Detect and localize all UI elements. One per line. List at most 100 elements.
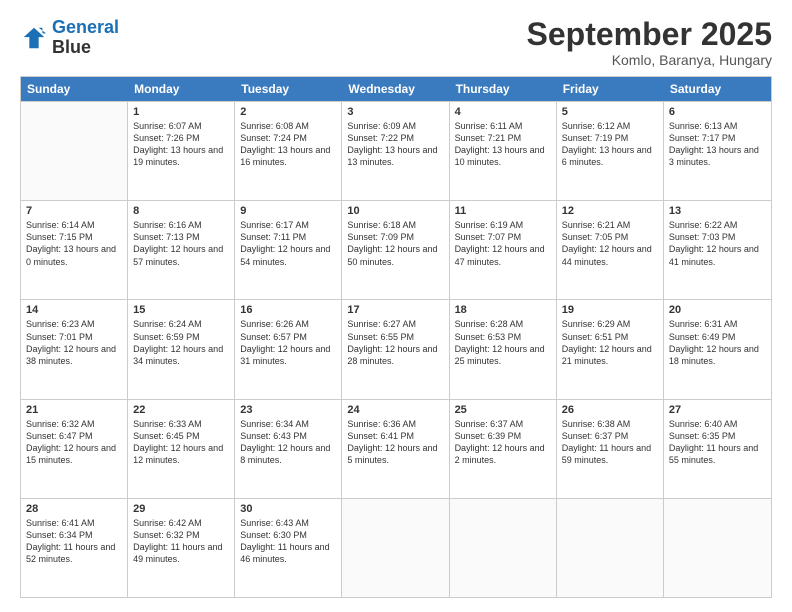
cell-info: Sunrise: 6:23 AMSunset: 7:01 PMDaylight:… [26,318,122,367]
cal-cell-3-3: 24 Sunrise: 6:36 AMSunset: 6:41 PMDayligh… [342,400,449,498]
cal-cell-4-5 [557,499,664,597]
cell-info: Sunrise: 6:21 AMSunset: 7:05 PMDaylight:… [562,219,658,268]
day-number: 11 [455,205,551,217]
cell-info: Sunrise: 6:22 AMSunset: 7:03 PMDaylight:… [669,219,766,268]
cal-cell-2-2: 16 Sunrise: 6:26 AMSunset: 6:57 PMDayligh… [235,300,342,398]
day-number: 24 [347,404,443,416]
day-number: 22 [133,404,229,416]
day-number: 27 [669,404,766,416]
cal-cell-4-0: 28Sunrise: 6:41 AMSunset: 6:34 PMDayligh… [21,499,128,597]
cal-cell-3-0: 21 Sunrise: 6:32 AMSunset: 6:47 PMDayligh… [21,400,128,498]
day-number: 13 [669,205,766,217]
cal-cell-3-6: 27Sunrise: 6:40 AMSunset: 6:35 PMDayligh… [664,400,771,498]
cell-info: Sunrise: 6:42 AMSunset: 6:32 PMDaylight:… [133,517,229,566]
day-number: 5 [562,106,658,118]
cal-cell-1-1: 8 Sunrise: 6:16 AMSunset: 7:13 PMDaylight… [128,201,235,299]
day-number: 19 [562,304,658,316]
day-number: 8 [133,205,229,217]
day-number: 16 [240,304,336,316]
calendar: Sunday Monday Tuesday Wednesday Thursday… [20,76,772,598]
day-number: 14 [26,304,122,316]
cell-info: Sunrise: 6:28 AMSunset: 6:53 PMDaylight:… [455,318,551,367]
cell-info: Sunrise: 6:33 AMSunset: 6:45 PMDaylight:… [133,418,229,467]
cell-info: Sunrise: 6:14 AMSunset: 7:15 PMDaylight:… [26,219,122,268]
cal-cell-1-0: 7 Sunrise: 6:14 AMSunset: 7:15 PMDaylight… [21,201,128,299]
day-number: 6 [669,106,766,118]
cell-info: Sunrise: 6:08 AMSunset: 7:24 PMDaylight:… [240,120,336,169]
cal-cell-3-4: 25 Sunrise: 6:37 AMSunset: 6:39 PMDayligh… [450,400,557,498]
cal-cell-0-4: 4Sunrise: 6:11 AMSunset: 7:21 PMDaylight… [450,102,557,200]
cal-cell-0-0 [21,102,128,200]
cell-info: Sunrise: 6:43 AMSunset: 6:30 PMDaylight:… [240,517,336,566]
cal-cell-2-0: 14 Sunrise: 6:23 AMSunset: 7:01 PMDayligh… [21,300,128,398]
cell-info: Sunrise: 6:36 AMSunset: 6:41 PMDaylight:… [347,418,443,467]
day-number: 29 [133,503,229,515]
cell-info: Sunrise: 6:34 AMSunset: 6:43 PMDaylight:… [240,418,336,467]
cell-info: Sunrise: 6:12 AMSunset: 7:19 PMDaylight:… [562,120,658,169]
cal-cell-3-2: 23 Sunrise: 6:34 AMSunset: 6:43 PMDayligh… [235,400,342,498]
cell-info: Sunrise: 6:19 AMSunset: 7:07 PMDaylight:… [455,219,551,268]
cal-cell-0-2: 2 Sunrise: 6:08 AMSunset: 7:24 PMDaylight… [235,102,342,200]
day-number: 7 [26,205,122,217]
header-tuesday: Tuesday [235,77,342,101]
cal-cell-4-2: 30Sunrise: 6:43 AMSunset: 6:30 PMDayligh… [235,499,342,597]
cal-cell-1-6: 13 Sunrise: 6:22 AMSunset: 7:03 PMDayligh… [664,201,771,299]
day-number: 21 [26,404,122,416]
cal-cell-4-6 [664,499,771,597]
cal-cell-4-4 [450,499,557,597]
day-number: 18 [455,304,551,316]
calendar-body: 1 Sunrise: 6:07 AMSunset: 7:26 PMDaylight… [21,101,771,597]
cell-info: Sunrise: 6:26 AMSunset: 6:57 PMDaylight:… [240,318,336,367]
day-number: 23 [240,404,336,416]
cell-info: Sunrise: 6:29 AMSunset: 6:51 PMDaylight:… [562,318,658,367]
week-row-5: 28Sunrise: 6:41 AMSunset: 6:34 PMDayligh… [21,498,771,597]
day-number: 12 [562,205,658,217]
week-row-4: 21 Sunrise: 6:32 AMSunset: 6:47 PMDayligh… [21,399,771,498]
cell-info: Sunrise: 6:24 AMSunset: 6:59 PMDaylight:… [133,318,229,367]
day-number: 15 [133,304,229,316]
day-number: 9 [240,205,336,217]
cell-info: Sunrise: 6:09 AMSunset: 7:22 PMDaylight:… [347,120,443,169]
day-number: 2 [240,106,336,118]
cell-info: Sunrise: 6:27 AMSunset: 6:55 PMDaylight:… [347,318,443,367]
logo-text: General Blue [52,18,119,58]
header-friday: Friday [557,77,664,101]
day-number: 3 [347,106,443,118]
cell-info: Sunrise: 6:37 AMSunset: 6:39 PMDaylight:… [455,418,551,467]
cell-info: Sunrise: 6:32 AMSunset: 6:47 PMDaylight:… [26,418,122,467]
cell-info: Sunrise: 6:18 AMSunset: 7:09 PMDaylight:… [347,219,443,268]
header-saturday: Saturday [664,77,771,101]
cal-cell-2-3: 17 Sunrise: 6:27 AMSunset: 6:55 PMDayligh… [342,300,449,398]
day-number: 17 [347,304,443,316]
day-number: 25 [455,404,551,416]
page: General Blue September 2025 Komlo, Baran… [0,0,792,612]
cal-cell-1-4: 11 Sunrise: 6:19 AMSunset: 7:07 PMDayligh… [450,201,557,299]
header-wednesday: Wednesday [342,77,449,101]
cell-info: Sunrise: 6:07 AMSunset: 7:26 PMDaylight:… [133,120,229,169]
day-number: 20 [669,304,766,316]
header: General Blue September 2025 Komlo, Baran… [20,18,772,68]
day-number: 10 [347,205,443,217]
cell-info: Sunrise: 6:16 AMSunset: 7:13 PMDaylight:… [133,219,229,268]
cell-info: Sunrise: 6:11 AMSunset: 7:21 PMDaylight:… [455,120,551,169]
cal-cell-4-1: 29 Sunrise: 6:42 AMSunset: 6:32 PMDayligh… [128,499,235,597]
cal-cell-2-5: 19 Sunrise: 6:29 AMSunset: 6:51 PMDayligh… [557,300,664,398]
logo-icon [20,24,48,52]
cell-info: Sunrise: 6:38 AMSunset: 6:37 PMDaylight:… [562,418,658,467]
cal-cell-0-1: 1 Sunrise: 6:07 AMSunset: 7:26 PMDaylight… [128,102,235,200]
day-number: 1 [133,106,229,118]
cal-cell-1-3: 10 Sunrise: 6:18 AMSunset: 7:09 PMDayligh… [342,201,449,299]
cal-cell-2-1: 15 Sunrise: 6:24 AMSunset: 6:59 PMDayligh… [128,300,235,398]
cell-info: Sunrise: 6:13 AMSunset: 7:17 PMDaylight:… [669,120,766,169]
title-block: September 2025 Komlo, Baranya, Hungary [527,18,772,68]
cal-cell-2-4: 18 Sunrise: 6:28 AMSunset: 6:53 PMDayligh… [450,300,557,398]
cal-cell-4-3 [342,499,449,597]
location: Komlo, Baranya, Hungary [527,52,772,68]
cell-info: Sunrise: 6:17 AMSunset: 7:11 PMDaylight:… [240,219,336,268]
cal-cell-2-6: 20 Sunrise: 6:31 AMSunset: 6:49 PMDayligh… [664,300,771,398]
week-row-3: 14 Sunrise: 6:23 AMSunset: 7:01 PMDayligh… [21,299,771,398]
cell-info: Sunrise: 6:41 AMSunset: 6:34 PMDaylight:… [26,517,122,566]
cell-info: Sunrise: 6:31 AMSunset: 6:49 PMDaylight:… [669,318,766,367]
cal-cell-0-3: 3 Sunrise: 6:09 AMSunset: 7:22 PMDaylight… [342,102,449,200]
header-sunday: Sunday [21,77,128,101]
